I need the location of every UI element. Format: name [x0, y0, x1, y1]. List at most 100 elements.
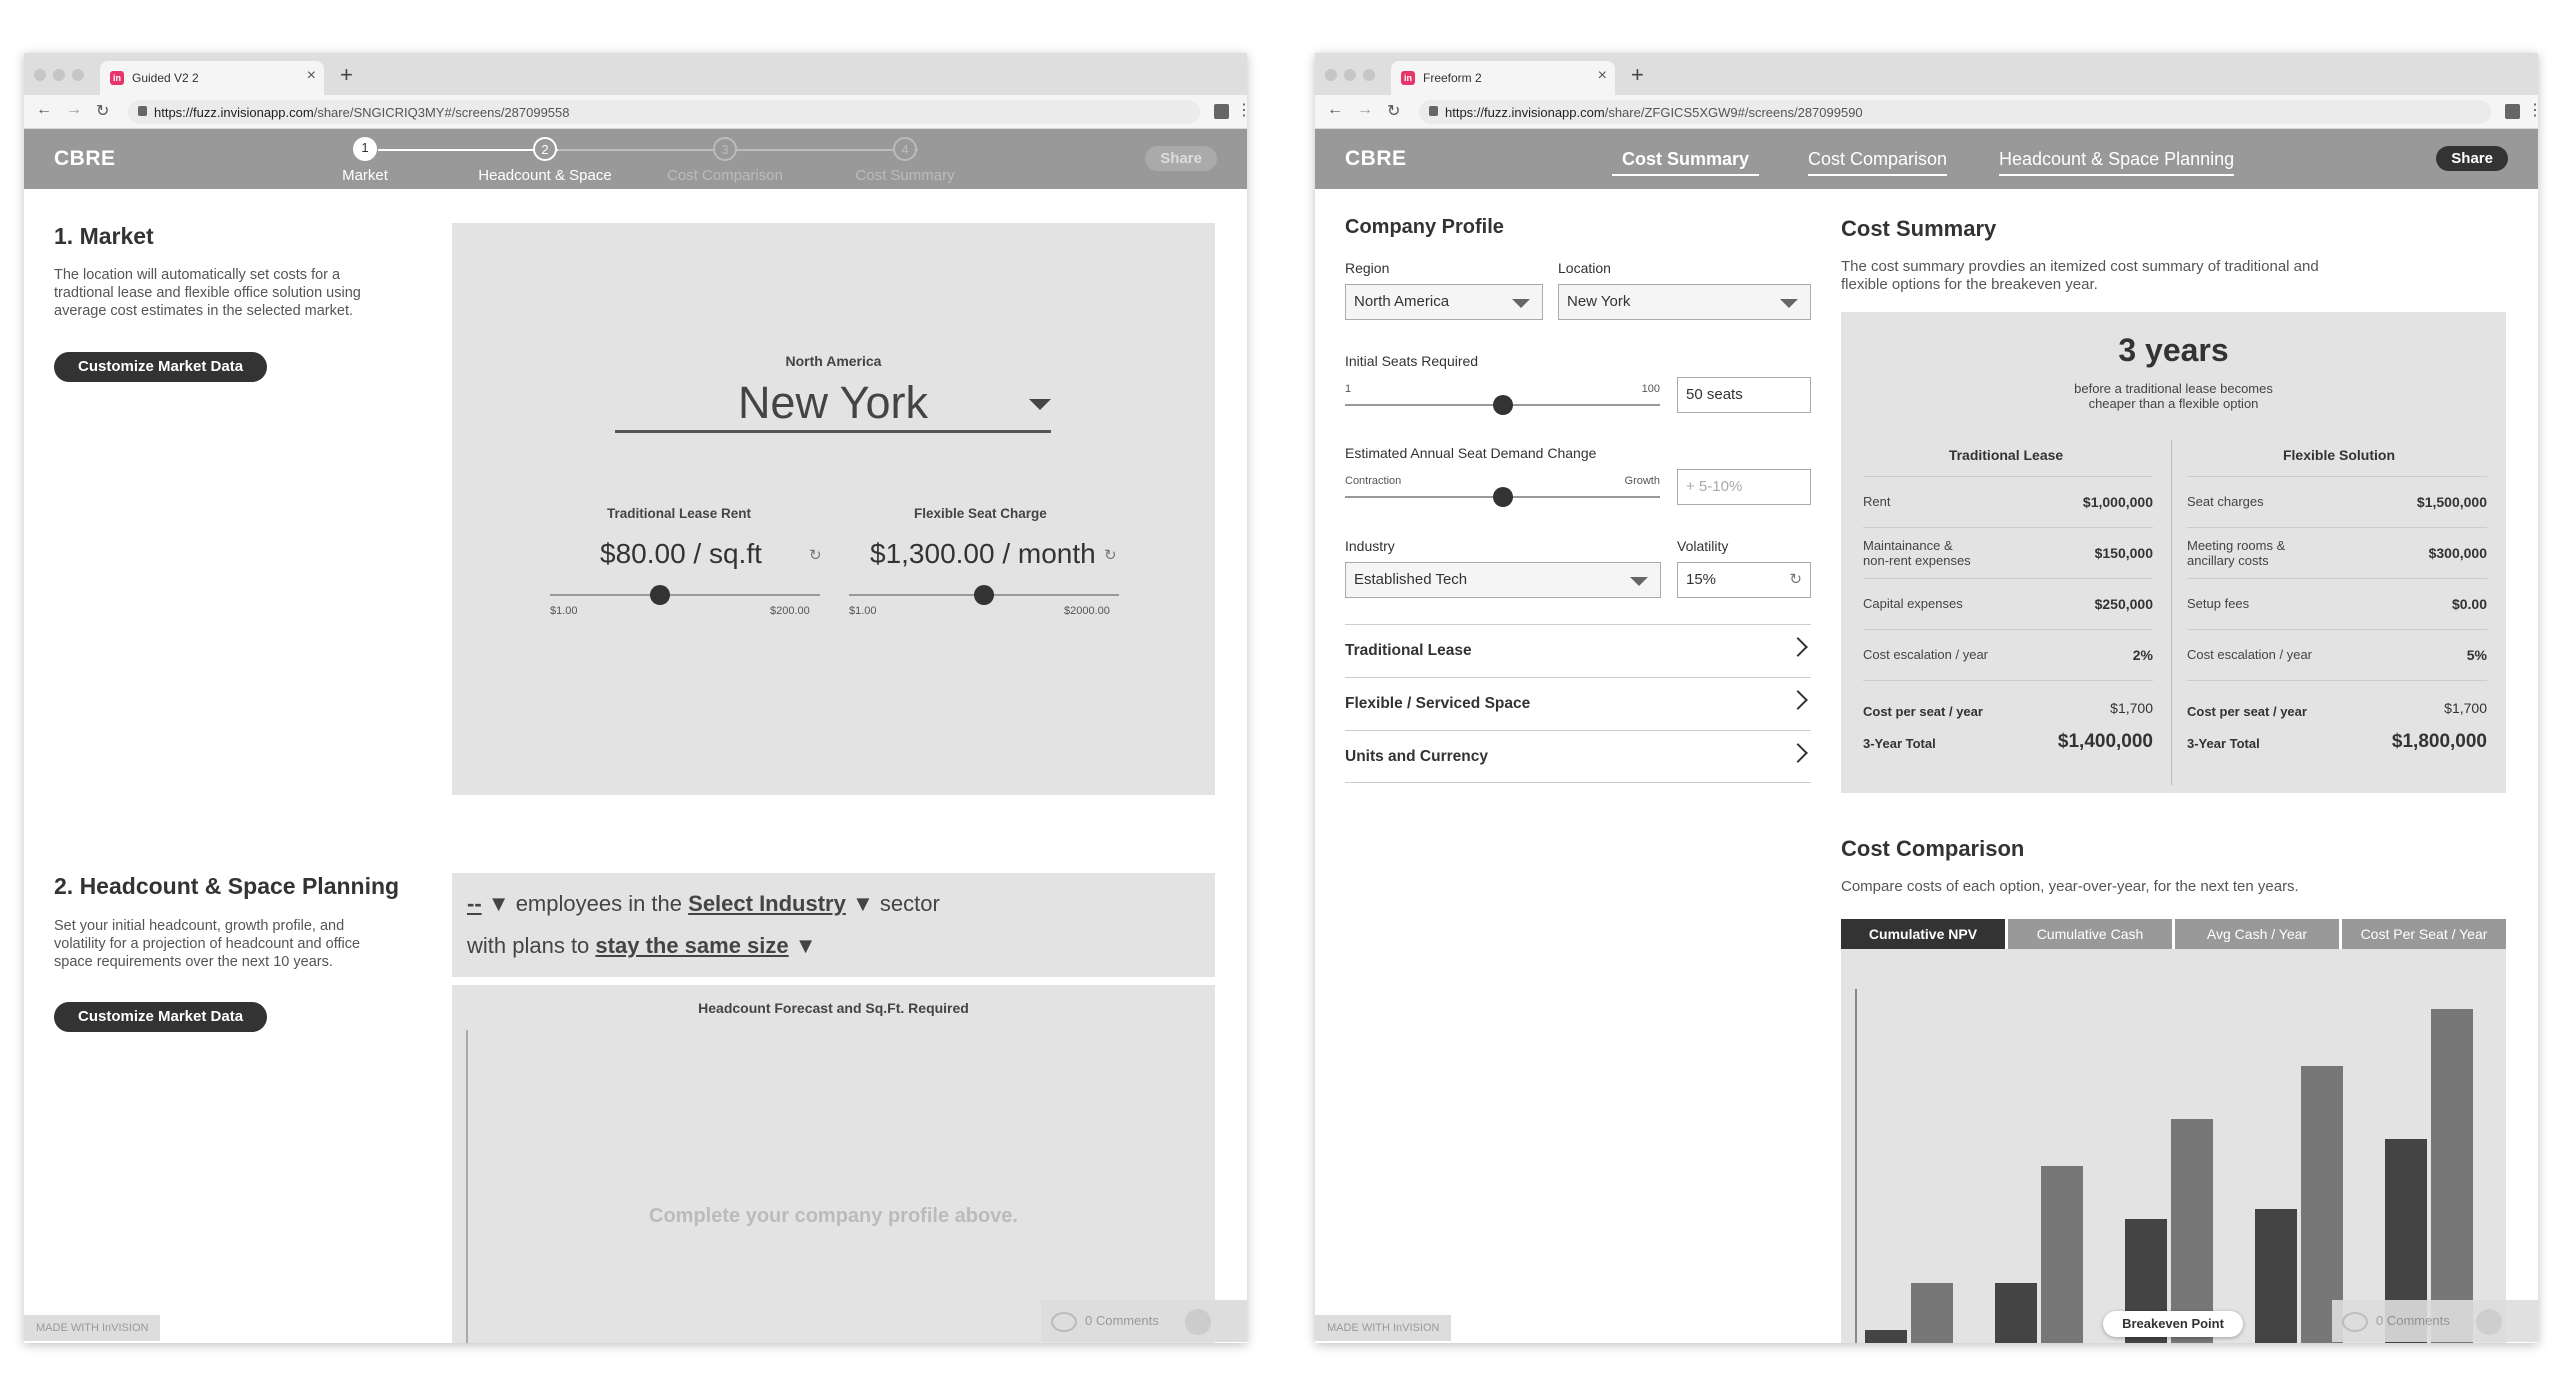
browser-menu-icon[interactable]: ⋮ — [2527, 100, 2538, 120]
slider-thumb[interactable] — [974, 585, 994, 605]
forward-icon[interactable]: → — [1357, 101, 1373, 119]
accordion-traditional-lease[interactable]: Traditional Lease — [1345, 624, 1811, 677]
seats-input[interactable]: 50 seats — [1677, 377, 1811, 413]
industry-select[interactable]: Select Industry — [688, 891, 846, 916]
reload-icon[interactable]: ↻ — [1387, 101, 1400, 121]
step-headcount[interactable]: 2 Headcount & Space — [455, 137, 635, 184]
customize-market-data-button[interactable]: Customize Market Data — [54, 352, 268, 382]
region-label: North America — [785, 353, 882, 369]
browser-tab[interactable]: in Freeform 2 × — [1391, 61, 1615, 95]
headcount-select[interactable]: -- — [467, 891, 482, 916]
window-controls[interactable] — [1325, 68, 1382, 86]
caret-icon[interactable]: ▼ — [488, 891, 510, 916]
reset-icon[interactable]: ↻ — [1104, 546, 1117, 564]
close-tab-icon[interactable]: × — [1598, 67, 1607, 85]
flexible-3-year-total: $1,800,000 — [2391, 731, 2487, 752]
chart-bar[interactable] — [2431, 1009, 2473, 1343]
extension-icon[interactable] — [2505, 104, 2520, 119]
flexible-cost-rows: Seat charges $1,500,000 Meeting rooms & anc… — [2187, 476, 2487, 680]
slider-thumb[interactable] — [1492, 395, 1513, 415]
reset-icon[interactable]: ↻ — [809, 546, 822, 564]
lease-rent-label: Traditional Lease Rent — [607, 506, 752, 521]
comments-widget[interactable]: 0 Comments — [2332, 1300, 2538, 1342]
share-button[interactable]: Share — [1145, 146, 1217, 171]
seats-min-label: 1 — [1345, 383, 1352, 395]
chart-bar[interactable] — [1911, 1282, 1953, 1343]
chart-bar[interactable] — [2255, 1209, 2297, 1343]
nav-headcount-space[interactable]: Headcount & Space Planning — [1999, 149, 2235, 176]
demand-min-label: Contraction — [1345, 475, 1402, 487]
forward-icon[interactable]: → — [66, 101, 82, 119]
demand-change-slider[interactable] — [1345, 487, 1660, 507]
location-select[interactable]: New York — [1558, 284, 1811, 320]
traditional-cost-rows: Rent $1,000,000 Maintainance & non-rent exp… — [1863, 476, 2153, 680]
tab-cumulative-npv[interactable]: Cumulative NPV — [1841, 919, 2005, 949]
new-tab-icon[interactable]: + — [1631, 62, 1644, 88]
tab-cost-per-seat-year[interactable]: Cost Per Seat / Year — [2342, 919, 2506, 949]
traditional-3-year-total: $1,400,000 — [2057, 731, 2153, 752]
step-cost-summary[interactable]: 4 Cost Summary — [815, 137, 995, 184]
invision-badge[interactable]: MADE WITH InVISION — [1315, 1315, 1452, 1341]
browser-tab[interactable]: in Guided V2 2 × — [100, 61, 324, 95]
chart-bar[interactable] — [1865, 1329, 1907, 1343]
step-cost-comparison[interactable]: 3 Cost Comparison — [635, 137, 815, 184]
city-value: New York — [737, 377, 929, 428]
comments-widget[interactable]: 0 Comments — [1041, 1300, 1247, 1342]
url-field[interactable]: https://fuzz.invisionapp.com/share/ZFGIC… — [1419, 100, 2491, 124]
initial-seats-label: Initial Seats Required — [1345, 353, 1479, 369]
accordion-flexible-space[interactable]: Flexible / Serviced Space — [1345, 677, 1811, 730]
demand-change-input[interactable]: + 5-10% — [1677, 469, 1811, 505]
chevron-down-icon — [1512, 299, 1530, 308]
caret-icon[interactable]: ▼ — [852, 891, 874, 916]
initial-seats-slider[interactable] — [1345, 395, 1660, 415]
chart-bar[interactable] — [2041, 1165, 2083, 1343]
nav-cost-comparison[interactable]: Cost Comparison — [1808, 149, 1948, 176]
browser-menu-icon[interactable]: ⋮ — [1236, 100, 1247, 120]
volatility-input[interactable]: 15% ↻ — [1677, 562, 1811, 598]
comments-toggle[interactable] — [1184, 1308, 1211, 1335]
window-controls[interactable] — [34, 68, 91, 86]
tab-cumulative-cash[interactable]: Cumulative Cash — [2008, 919, 2172, 949]
flex-charge-slider[interactable] — [849, 585, 1119, 605]
slider-thumb[interactable] — [1492, 487, 1513, 507]
flex-min-label: $1.00 — [849, 605, 877, 617]
new-tab-icon[interactable]: + — [340, 62, 353, 88]
chart-bar[interactable] — [2171, 1119, 2213, 1343]
demand-change-label: Estimated Annual Seat Demand Change — [1345, 445, 1597, 461]
accordion-units-currency[interactable]: Units and Currency — [1345, 730, 1811, 783]
industry-select[interactable]: Established Tech — [1345, 562, 1661, 598]
chart-y-axis — [1855, 989, 1857, 1343]
slider-thumb[interactable] — [650, 585, 670, 605]
reload-icon[interactable]: ↻ — [96, 101, 109, 121]
invision-badge[interactable]: MADE WITH InVISION — [24, 1315, 161, 1341]
caret-icon[interactable]: ▼ — [795, 933, 817, 958]
cost-comparison-description: Compare costs of each option, year-over-… — [1841, 878, 2299, 895]
back-icon[interactable]: ← — [1327, 101, 1343, 119]
tab-avg-cash-year[interactable]: Avg Cash / Year — [2175, 919, 2339, 949]
breakeven-caption: before a traditional lease becomes cheap… — [2074, 381, 2273, 411]
chart-bar[interactable] — [1995, 1282, 2037, 1343]
cost-row-label-2: non-rent expenses — [1863, 553, 1971, 568]
cost-row-label: Meeting rooms & — [2187, 538, 2286, 553]
breakeven-point-label[interactable]: Breakeven Point — [2103, 1311, 2243, 1337]
cost-comparison-heading: Cost Comparison — [1841, 836, 2025, 861]
step-market[interactable]: 1 Market — [275, 137, 455, 184]
back-icon[interactable]: ← — [36, 101, 52, 119]
close-tab-icon[interactable]: × — [307, 67, 316, 85]
lease-rent-slider[interactable] — [550, 585, 820, 605]
nav-cost-summary[interactable]: Cost Summary — [1612, 149, 1760, 176]
chart-axis — [466, 1030, 468, 1343]
city-select[interactable]: New York — [615, 373, 1051, 433]
cost-row: Maintainance & non-rent expenses $150,000 — [1863, 527, 2153, 578]
cost-row: Rent $1,000,000 — [1863, 476, 2153, 527]
region-select[interactable]: North America — [1345, 284, 1543, 320]
extension-icon[interactable] — [1214, 104, 1229, 119]
tab-bar: in Guided V2 2 × + — [24, 53, 1247, 95]
customize-headcount-data-button[interactable]: Customize Market Data — [54, 1002, 268, 1032]
reset-icon[interactable]: ↻ — [1789, 563, 1802, 597]
comments-toggle[interactable] — [2475, 1308, 2502, 1335]
chevron-right-icon — [1788, 743, 1808, 763]
share-button[interactable]: Share — [2436, 146, 2508, 171]
url-field[interactable]: https://fuzz.invisionapp.com/share/SNGIC… — [128, 100, 1200, 124]
growth-plan-select[interactable]: stay the same size — [595, 933, 788, 958]
